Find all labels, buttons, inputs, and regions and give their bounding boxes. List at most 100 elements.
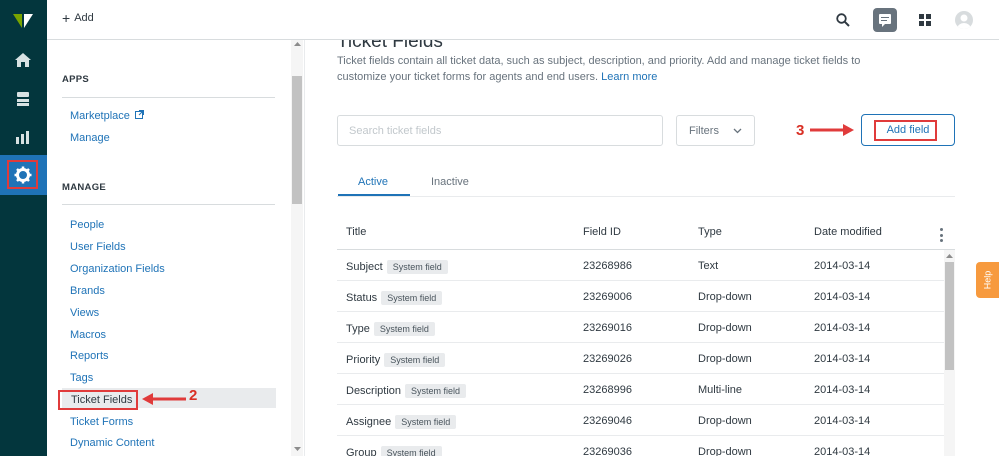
cell-title[interactable]: Status System field [346,291,443,305]
highlight-box-ticket-fields [58,390,138,410]
learn-more-link[interactable]: Learn more [601,71,657,83]
menu-item-tags[interactable]: Tags [70,372,93,384]
menu-item-organization-fields[interactable]: Organization Fields [70,263,165,275]
search-input[interactable]: Search ticket fields [337,115,663,146]
help-label: Help [982,270,993,290]
user-avatar[interactable] [955,11,973,29]
cell-date-modified: 2014-03-14 [814,384,871,396]
table-row[interactable]: Priority System field 23269026 Drop-down 201… [337,343,945,374]
table-row[interactable]: Subject System field 23268986 Text 2014-03-1… [337,250,945,281]
tab-inactive[interactable]: Inactive [431,176,469,188]
table-row[interactable]: Status System field 23269006 Drop-down 2014-… [337,281,945,312]
filters-label: Filters [689,124,719,137]
cell-type: Drop-down [698,353,752,365]
system-field-badge: System field [384,353,446,367]
cell-date-modified: 2014-03-14 [814,291,871,303]
cell-date-modified: 2014-03-14 [814,353,871,365]
sidebar-scroll-thumb[interactable] [292,76,302,204]
page-title: Ticket Fields [337,40,443,52]
cell-date-modified: 2014-03-14 [814,322,871,334]
page-description: Ticket fields contain all ticket data, s… [337,55,861,83]
cell-date-modified: 2014-03-14 [814,415,871,427]
callout-number-3: 3 [796,122,805,139]
menu-item-reports[interactable]: Reports [70,350,109,362]
cell-field-id: 23269026 [583,353,632,365]
cell-title[interactable]: Description System field [346,384,467,398]
menu-item-views[interactable]: Views [70,307,99,319]
reporting-icon[interactable] [11,125,35,149]
cell-title[interactable]: Type System field [346,322,435,336]
highlight-box-add-field [874,120,937,141]
highlight-box-gear [7,160,38,189]
plus-icon: + [62,9,71,26]
cell-date-modified: 2014-03-14 [814,260,871,272]
callout-arrow-2 [142,393,186,405]
cell-date-modified: 2014-03-14 [814,446,871,456]
system-field-badge: System field [386,260,448,274]
table-row[interactable]: Group System field 23269036 Drop-down 2014-0… [337,436,945,456]
section-title-manage: MANAGE [62,182,107,193]
system-field-badge: System field [373,322,435,336]
column-header-title[interactable]: Title [346,226,366,238]
tab-active[interactable]: Active [358,176,388,188]
cell-field-id: 23269016 [583,322,632,334]
system-field-badge: System field [405,384,467,398]
top-bar: + Add [47,0,999,40]
menu-item-people[interactable]: People [70,219,104,231]
cell-type: Multi-line [698,384,743,396]
menu-item-ticket-forms[interactable]: Ticket Forms [70,416,133,428]
divider [62,204,275,205]
menu-item-user-fields[interactable]: User Fields [70,241,126,253]
search-icon[interactable] [833,10,853,30]
cell-field-id: 23269006 [583,291,632,303]
column-options-icon[interactable] [939,228,943,242]
cell-type: Drop-down [698,291,752,303]
external-link-icon [134,110,144,119]
add-label: Add [74,12,94,24]
cell-field-id: 23268996 [583,384,632,396]
cell-title[interactable]: Subject System field [346,260,448,274]
product-tray-icon[interactable] [915,10,935,30]
system-field-badge: System field [380,446,442,456]
menu-item-manage[interactable]: Manage [70,132,110,144]
cell-field-id: 23269036 [583,446,632,456]
column-header-field-id[interactable]: Field ID [583,226,621,238]
product-rail [0,0,47,456]
table-row[interactable]: Description System field 23268996 Multi-lin… [337,374,945,405]
cell-type: Drop-down [698,322,752,334]
help-button[interactable]: Help [976,262,999,298]
callout-number-2: 2 [189,387,198,404]
chevron-down-icon [733,128,742,133]
cell-field-id: 23269046 [583,415,632,427]
scroll-down-icon[interactable] [293,446,302,453]
column-header-date-modified[interactable]: Date modified [814,226,882,238]
add-button[interactable]: + Add [62,9,94,26]
table-scroll-up-icon[interactable] [945,252,954,259]
callout-arrow-3 [810,124,854,136]
divider [62,97,275,98]
cell-title[interactable]: Assignee System field [346,415,457,429]
conversations-icon[interactable] [873,8,897,32]
tabs-divider [337,196,955,197]
cell-type: Text [698,260,719,272]
table-row[interactable]: Assignee System field 23269046 Drop-down 201… [337,405,945,436]
scroll-up-icon[interactable] [293,40,302,47]
menu-item-macros[interactable]: Macros [70,329,106,341]
cell-title[interactable]: Priority System field [346,353,446,367]
cell-type: Drop-down [698,415,752,427]
table-scroll-thumb[interactable] [945,262,954,370]
menu-item-dynamic-content[interactable]: Dynamic Content [70,437,154,449]
section-title-apps: APPS [62,74,90,85]
column-header-type[interactable]: Type [698,226,722,238]
main-content: Ticket Fields Ticket fields contain all … [305,40,999,456]
menu-item-marketplace[interactable]: Marketplace [70,110,144,122]
zendesk-logo-icon[interactable] [11,10,35,32]
cell-field-id: 23268986 [583,260,632,272]
filters-dropdown[interactable]: Filters [676,115,755,146]
home-icon[interactable] [11,48,35,72]
cell-title[interactable]: Group System field [346,446,442,456]
menu-item-brands[interactable]: Brands [70,285,105,297]
table-row[interactable]: Type System field 23269016 Drop-down 2014-03… [337,312,945,343]
system-field-badge: System field [395,415,457,429]
views-icon[interactable] [11,87,35,111]
